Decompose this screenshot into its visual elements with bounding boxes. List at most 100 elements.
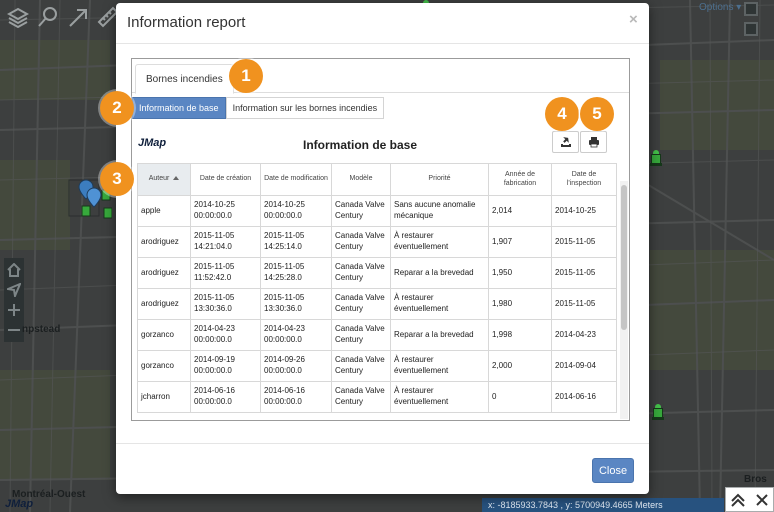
cell-date-modification: 2015-11-05 13:30:36.0: [260, 288, 332, 320]
callout-badge: 4: [545, 97, 579, 131]
cell-date-modification: 2015-11-05 14:25:14.0: [260, 226, 332, 258]
cell-auteur: arodriguez: [137, 257, 191, 289]
map-toolbar: [0, 0, 126, 34]
export-icon: [560, 137, 571, 147]
report-scrollbar[interactable]: [620, 181, 628, 419]
information-report-dialog: Information report × Bornes incendies In…: [116, 3, 649, 494]
sort-ascending-icon: [173, 176, 180, 181]
zoom-out-icon[interactable]: [5, 320, 23, 340]
cell-date-creation: 2015-11-05 13:30:36.0: [190, 288, 261, 320]
cell-date-inspection: 2015-11-05: [551, 288, 617, 320]
layer-tabbar: Bornes incendies: [132, 59, 629, 94]
cell-auteur: apple: [137, 195, 191, 227]
cell-date-modification: 2014-04-23 00:00:00.0: [260, 319, 332, 351]
cell-date-modification: 2015-11-05 14:25:28.0: [260, 257, 332, 289]
cell-date-creation: 2014-04-23 00:00:00.0: [190, 319, 261, 351]
right-map-tools: [744, 2, 758, 36]
cell-auteur: gorzanco: [137, 319, 191, 351]
zoom-in-icon[interactable]: [5, 300, 23, 320]
map-corner-controls: [725, 487, 774, 512]
fullscreen-icon[interactable]: [744, 2, 758, 16]
column-header-date-modification[interactable]: Date de modification: [260, 163, 332, 196]
column-header-auteur[interactable]: Auteur: [137, 163, 191, 196]
print-map-icon[interactable]: [744, 22, 758, 36]
cell-modele: Canada Valve Century: [331, 288, 391, 320]
table-body: apple 2014-10-25 00:00:00.0 2014-10-25 00:…: [137, 195, 617, 413]
jmap-map-logo: JMap: [5, 498, 34, 510]
export-button[interactable]: [552, 131, 579, 153]
layers-icon[interactable]: [4, 3, 32, 31]
cell-auteur: gorzanco: [137, 350, 191, 382]
cell-priorite: Reparar a la brevedad: [390, 257, 489, 289]
hydrant-marker-icon[interactable]: [652, 404, 664, 420]
cell-auteur: arodriguez: [137, 226, 191, 258]
cell-date-inspection: 2014-04-23: [551, 319, 617, 351]
cell-priorite: Reparar a la brevedad: [390, 319, 489, 351]
column-header-date-inspection[interactable]: Date de l'inspection: [551, 163, 617, 196]
report-body[interactable]: JMap Information de base Auteur Date de …: [132, 125, 629, 420]
cell-date-modification: 2014-10-25 00:00:00.0: [260, 195, 332, 227]
cell-annee-fabrication: 2,000: [488, 350, 552, 382]
locate-icon[interactable]: [5, 280, 23, 300]
cell-date-creation: 2015-11-05 14:21:04.0: [190, 226, 261, 258]
callout-badge: 3: [100, 162, 134, 196]
table-row[interactable]: apple 2014-10-25 00:00:00.0 2014-10-25 00:…: [137, 195, 617, 227]
column-header-modele[interactable]: Modèle: [331, 163, 391, 196]
table-header-row: Auteur Date de création Date de modifica…: [137, 163, 617, 196]
tab-information-bornes[interactable]: Information sur les bornes incendies: [225, 97, 385, 119]
cell-modele: Canada Valve Century: [331, 226, 391, 258]
table-row[interactable]: arodriguez 2015-11-05 14:21:04.0 2015-11-0…: [137, 226, 617, 258]
report-table: Auteur Date de création Date de modifica…: [137, 163, 617, 413]
column-header-annee-fabrication[interactable]: Année de fabrication: [488, 163, 552, 196]
column-header-date-creation[interactable]: Date de création: [190, 163, 261, 196]
hydrant-marker-icon[interactable]: [650, 150, 662, 166]
close-button[interactable]: Close: [592, 458, 634, 483]
cell-date-modification: 2014-09-26 00:00:00.0: [260, 350, 332, 382]
cell-date-inspection: 2015-11-05: [551, 226, 617, 258]
scrollbar-thumb[interactable]: [621, 185, 627, 330]
cell-priorite: À restaurer éventuellement: [390, 226, 489, 258]
cell-annee-fabrication: 1,907: [488, 226, 552, 258]
dialog-footer: Close: [116, 443, 649, 494]
cell-auteur: jcharron: [137, 381, 191, 413]
column-header-priorite[interactable]: Priorité: [390, 163, 489, 196]
map-place-label: npstead: [22, 324, 61, 335]
table-row[interactable]: gorzanco 2014-09-19 00:00:00.0 2014-09-26 …: [137, 350, 617, 382]
callout-badge: 2: [100, 91, 134, 125]
report-title: Information de base: [303, 138, 418, 152]
column-label: Auteur: [148, 175, 170, 183]
cell-date-inspection: 2014-09-04: [551, 350, 617, 382]
report-header: JMap Information de base: [135, 125, 615, 159]
search-icon[interactable]: [34, 3, 62, 31]
dialog-header: Information report ×: [116, 3, 649, 44]
tab-information-de-base[interactable]: Information de base: [132, 97, 226, 119]
cell-date-modification: 2014-06-16 00:00:00.0: [260, 381, 332, 413]
table-row[interactable]: arodriguez 2015-11-05 11:52:42.0 2015-11-0…: [137, 257, 617, 289]
jmap-report-logo: JMap: [138, 137, 167, 149]
cell-modele: Canada Valve Century: [331, 350, 391, 382]
cell-annee-fabrication: 2,014: [488, 195, 552, 227]
close-panel-icon[interactable]: [755, 493, 769, 507]
cell-modele: Canada Valve Century: [331, 381, 391, 413]
cell-priorite: À restaurer éventuellement: [390, 381, 489, 413]
tab-bornes-incendies[interactable]: Bornes incendies: [135, 64, 234, 94]
cell-priorite: À restaurer éventuellement: [390, 288, 489, 320]
close-icon[interactable]: ×: [629, 11, 638, 28]
options-menu[interactable]: Options ▾: [699, 2, 741, 13]
cell-annee-fabrication: 1,950: [488, 257, 552, 289]
cell-date-inspection: 2015-11-05: [551, 257, 617, 289]
arrow-tool-icon[interactable]: [64, 3, 92, 31]
cell-priorite: À restaurer éventuellement: [390, 350, 489, 382]
table-row[interactable]: gorzanco 2014-04-23 00:00:00.0 2014-04-23 …: [137, 319, 617, 351]
print-button[interactable]: [580, 131, 607, 153]
cell-annee-fabrication: 1,980: [488, 288, 552, 320]
callout-badge: 5: [580, 97, 614, 131]
cell-date-creation: 2014-09-19 00:00:00.0: [190, 350, 261, 382]
home-icon[interactable]: [5, 260, 23, 280]
cell-date-inspection: 2014-10-25: [551, 195, 617, 227]
collapse-up-icon[interactable]: [730, 493, 746, 507]
dialog-title: Information report: [127, 14, 246, 31]
table-row[interactable]: arodriguez 2015-11-05 13:30:36.0 2015-11-0…: [137, 288, 617, 320]
report-tabbar: Information de base Information sur les …: [132, 97, 385, 121]
table-row[interactable]: jcharron 2014-06-16 00:00:00.0 2014-06-16 …: [137, 381, 617, 413]
